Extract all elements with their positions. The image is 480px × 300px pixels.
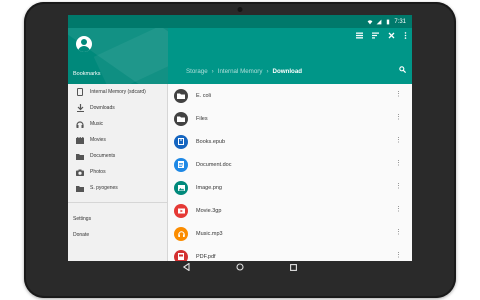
- drawer-item-donate[interactable]: Donate: [68, 227, 168, 243]
- list-item[interactable]: E. coli ⋮: [168, 84, 412, 107]
- chevron-right-icon: ›: [266, 68, 269, 75]
- more-options-icon[interactable]: ⋮: [395, 137, 402, 144]
- phone-icon: [73, 88, 87, 96]
- camera-icon: [73, 169, 87, 176]
- list-item[interactable]: Files ⋮: [168, 107, 412, 130]
- image-icon: [174, 180, 188, 195]
- video-icon: [174, 203, 188, 218]
- avatar[interactable]: [76, 36, 92, 52]
- signal-icon: [376, 19, 382, 24]
- breadcrumb: Storage › Internal Memory › Download: [186, 68, 302, 75]
- toolbar: Storage › Internal Memory › Download: [168, 28, 412, 84]
- breadcrumb-internal-memory[interactable]: Internal Memory: [218, 68, 263, 75]
- list-item[interactable]: Books.epub ⋮: [168, 130, 412, 153]
- drawer-item-label: Music: [90, 121, 104, 127]
- overflow-menu-icon[interactable]: [404, 32, 407, 41]
- book-icon: [174, 134, 188, 149]
- drawer-item-label: Downloads: [90, 105, 115, 111]
- file-name: Movie.3gp: [196, 207, 222, 214]
- drawer-header: Bookmarks: [68, 28, 168, 84]
- file-name: Books.epub: [196, 138, 226, 145]
- list-item[interactable]: Movie.3gp ⋮: [168, 199, 412, 222]
- list-item[interactable]: Image.png ⋮: [168, 176, 412, 199]
- folder-icon: [174, 88, 188, 103]
- breadcrumb-download[interactable]: Download: [273, 68, 303, 75]
- list-view-icon[interactable]: [356, 32, 363, 41]
- drawer-item-internal-memory[interactable]: Internal Memory (sdcard): [68, 84, 168, 100]
- file-name: Files: [196, 115, 208, 122]
- drawer-nav: Internal Memory (sdcard) Downloads Music…: [68, 84, 168, 243]
- close-icon[interactable]: [388, 32, 395, 41]
- headphones-icon: [174, 226, 188, 241]
- folder-icon: [73, 185, 87, 192]
- screen: 7:31 Bookmarks Internal Memory (sdcard) …: [68, 15, 412, 261]
- status-bar: 7:31: [68, 15, 412, 28]
- folder-icon: [73, 153, 87, 160]
- system-nav-bar: [68, 261, 412, 273]
- drawer-item-movies[interactable]: Movies: [68, 132, 168, 148]
- more-options-icon[interactable]: ⋮: [395, 91, 402, 98]
- movie-icon: [73, 136, 87, 144]
- drawer-item-music[interactable]: Music: [68, 116, 168, 132]
- more-options-icon[interactable]: ⋮: [395, 114, 402, 121]
- drawer-item-s-pyogenes[interactable]: S. pyogenes: [68, 180, 168, 196]
- headphones-icon: [73, 120, 87, 128]
- drawer-item-downloads[interactable]: Downloads: [68, 100, 168, 116]
- sort-icon[interactable]: [372, 32, 379, 41]
- file-name: PDF.pdf: [196, 253, 216, 260]
- drawer-item-label: Photos: [90, 169, 106, 175]
- drawer-item-label: Movies: [90, 137, 106, 143]
- wifi-icon: [367, 19, 373, 24]
- status-time: 7:31: [394, 18, 406, 25]
- drawer-title: Bookmarks: [73, 71, 101, 77]
- search-icon[interactable]: [399, 66, 407, 75]
- drawer-item-settings[interactable]: Settings: [68, 211, 168, 227]
- toolbar-actions: [356, 32, 407, 41]
- drawer-item-photos[interactable]: Photos: [68, 164, 168, 180]
- more-options-icon[interactable]: ⋮: [395, 183, 402, 190]
- battery-icon: [387, 19, 390, 24]
- file-name: Music.mp3: [196, 230, 223, 237]
- chevron-right-icon: ›: [211, 68, 214, 75]
- recents-icon[interactable]: [290, 258, 297, 276]
- file-name: Document.doc: [196, 161, 232, 168]
- file-name: E. coli: [196, 92, 211, 99]
- drawer-divider: [68, 202, 168, 203]
- drawer-item-label: S. pyogenes: [90, 185, 118, 191]
- download-icon: [73, 104, 87, 112]
- file-name: Image.png: [196, 184, 222, 191]
- drawer-item-label: Internal Memory (sdcard): [90, 89, 146, 95]
- breadcrumb-storage[interactable]: Storage: [186, 68, 208, 75]
- navigation-drawer: Bookmarks Internal Memory (sdcard) Downl…: [68, 28, 168, 261]
- camera-icon: [237, 7, 243, 12]
- more-options-icon[interactable]: ⋮: [395, 229, 402, 236]
- back-icon[interactable]: [182, 258, 190, 276]
- list-item[interactable]: Music.mp3 ⋮: [168, 222, 412, 245]
- more-options-icon[interactable]: ⋮: [395, 252, 402, 259]
- list-item[interactable]: Document.doc ⋮: [168, 153, 412, 176]
- folder-icon: [174, 111, 188, 126]
- home-icon[interactable]: [236, 258, 244, 276]
- document-icon: [174, 157, 188, 172]
- file-list: E. coli ⋮ Files ⋮ Books.epub ⋮ Document.…: [168, 84, 412, 261]
- more-options-icon[interactable]: ⋮: [395, 206, 402, 213]
- more-options-icon[interactable]: ⋮: [395, 160, 402, 167]
- drawer-item-label: Documents: [90, 153, 116, 159]
- drawer-item-documents[interactable]: Documents: [68, 148, 168, 164]
